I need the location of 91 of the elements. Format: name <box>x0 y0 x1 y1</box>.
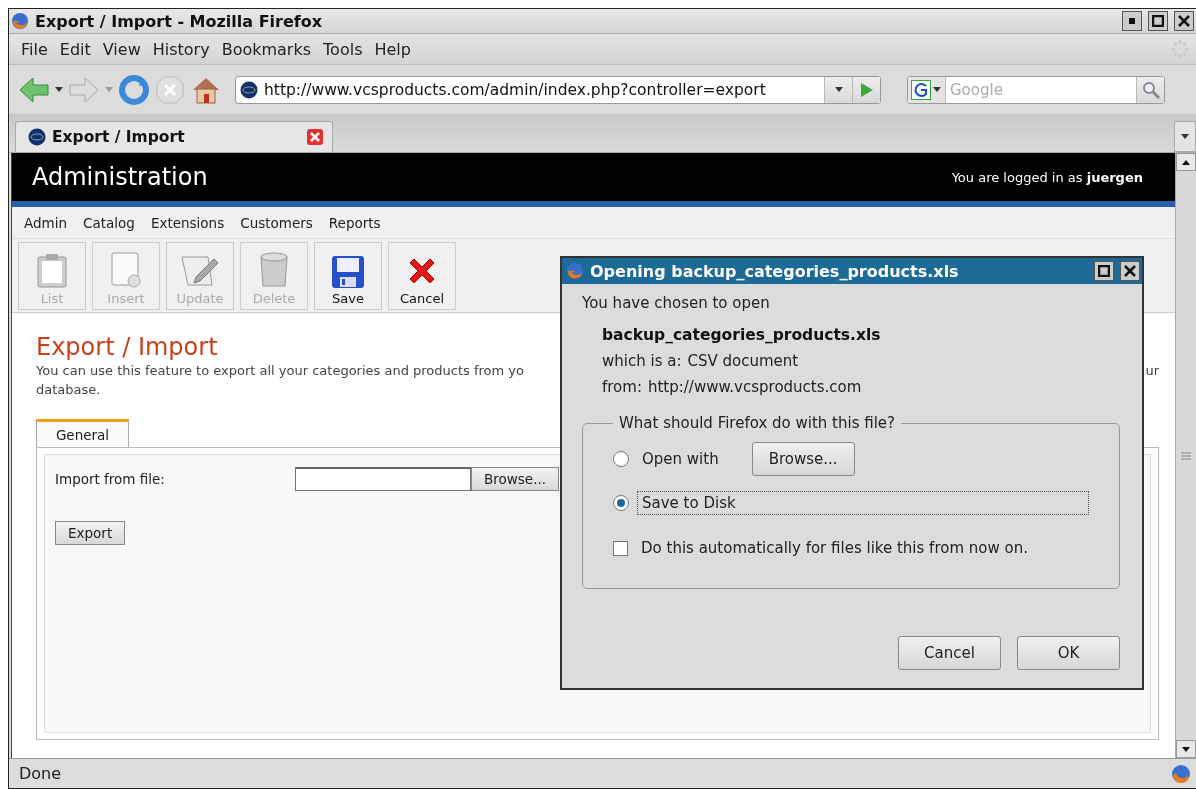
reload-button[interactable] <box>119 74 149 105</box>
search-icon <box>1141 80 1160 99</box>
scroll-down-button[interactable] <box>1176 740 1196 758</box>
nav-link[interactable]: Extensions <box>142 214 233 231</box>
radio-button[interactable] <box>613 451 629 467</box>
group-title: What should Firefox do with this file? <box>618 414 897 432</box>
close-icon <box>1178 15 1190 27</box>
trash-can-icon <box>258 250 290 289</box>
info-label: from: <box>602 378 642 396</box>
minimize-icon <box>1129 18 1135 24</box>
info-value: CSV document <box>687 352 799 370</box>
option-label[interactable]: Save to Disk <box>637 491 1089 515</box>
browser-tab[interactable]: Export / Import <box>15 121 333 152</box>
file-input-field[interactable] <box>295 467 471 491</box>
globe-logo-icon <box>240 80 258 99</box>
menu-item[interactable]: History <box>146 39 216 59</box>
status-text: Done <box>19 764 62 783</box>
description-text: database. <box>36 381 101 399</box>
field-label: Import from file: <box>55 471 166 487</box>
forward-arrow-icon <box>69 76 99 103</box>
google-logo-icon <box>911 79 931 100</box>
file-name: backup_categories_products.xls <box>602 326 882 344</box>
close-icon <box>1124 265 1136 277</box>
close-tab-button[interactable] <box>306 128 324 146</box>
dropdown-arrow-icon <box>1182 746 1190 752</box>
admin-title: Administration <box>32 163 208 191</box>
address-field[interactable]: http://www.vcsproducts.com/admin/index.php?controller=export <box>235 75 881 104</box>
search-box[interactable]: Google <box>907 75 1165 104</box>
up-arrow-icon <box>1182 159 1190 165</box>
window-title: Export / Import - Mozilla Firefox <box>35 11 324 31</box>
scroll-bar[interactable] <box>1175 153 1196 758</box>
maximize-button[interactable] <box>1094 261 1114 281</box>
firefox-logo-icon <box>566 262 584 280</box>
maximize-button[interactable] <box>1148 11 1168 31</box>
info-value: http://www.vcsproducts.com <box>647 378 862 396</box>
nav-link[interactable]: Customers <box>232 214 321 231</box>
menu-item[interactable]: File <box>15 39 54 59</box>
scroll-grip-icon <box>1181 451 1191 460</box>
description-text: ur <box>1145 362 1159 380</box>
close-button[interactable] <box>1120 261 1140 281</box>
search-button[interactable] <box>1136 76 1164 103</box>
description-text: You can use this feature to export all your categories and products from yo <box>36 362 524 380</box>
minimize-button[interactable] <box>1122 11 1142 31</box>
menu-item[interactable]: Tools <box>317 39 369 59</box>
browse-button[interactable]: Browse... <box>471 467 560 491</box>
close-icon <box>306 128 324 146</box>
dropdown-arrow-icon <box>1181 134 1189 139</box>
new-page-icon <box>110 250 142 289</box>
dialog-button[interactable]: Cancel <box>898 636 1001 670</box>
radio-button[interactable] <box>613 495 629 511</box>
menu-item[interactable]: Help <box>368 39 417 59</box>
nav-link[interactable]: Catalog <box>75 214 143 231</box>
browse-button[interactable]: Browse... <box>751 442 855 476</box>
back-history-button[interactable] <box>55 87 63 92</box>
page-heading: Export / Import <box>36 333 218 361</box>
checkbox[interactable] <box>613 540 628 556</box>
maximize-icon <box>1098 265 1110 277</box>
scroll-up-button[interactable] <box>1176 153 1196 171</box>
play-icon <box>859 81 874 98</box>
back-arrow-icon <box>19 76 49 103</box>
tab-list-button[interactable] <box>1174 121 1196 152</box>
dropdown-arrow-icon <box>105 87 113 92</box>
search-engine-button[interactable] <box>908 76 946 103</box>
nav-link[interactable]: Reports <box>320 214 389 231</box>
reload-icon <box>119 74 149 105</box>
login-status: You are logged in as juergen <box>951 169 1143 185</box>
dropdown-arrow-icon <box>834 87 843 92</box>
clipboard-icon <box>36 252 68 289</box>
menu-item[interactable]: Edit <box>53 39 97 59</box>
menu-item[interactable]: View <box>96 39 147 59</box>
menu-item[interactable]: Bookmarks <box>215 39 318 59</box>
globe-logo-icon <box>28 128 46 146</box>
form-tab[interactable]: General <box>36 419 129 447</box>
dialog-button[interactable]: OK <box>1017 636 1120 670</box>
stop-icon <box>155 74 185 105</box>
status-globe-icon <box>1170 762 1192 785</box>
close-button[interactable] <box>1174 11 1194 31</box>
dialog-intro: You have chosen to open <box>582 294 771 312</box>
option-label[interactable]: Open with <box>637 447 724 471</box>
toolbar-button[interactable]: Save <box>314 241 382 310</box>
nav-link[interactable]: Admin <box>16 214 76 231</box>
dropdown-arrow-icon <box>933 87 941 92</box>
checkbox-label[interactable]: Do this automatically for files like this from now on. <box>636 536 1033 560</box>
export-button[interactable]: Export <box>55 521 126 545</box>
address-dropdown-button[interactable] <box>824 76 852 103</box>
toolbar-button[interactable]: Cancel <box>388 241 456 310</box>
maximize-icon <box>1152 15 1164 27</box>
info-label: which is a: <box>602 352 682 370</box>
dialog-title: Opening backup_categories_products.xls <box>590 261 960 281</box>
dropdown-arrow-icon <box>55 87 63 92</box>
firefox-logo-icon <box>11 12 29 30</box>
